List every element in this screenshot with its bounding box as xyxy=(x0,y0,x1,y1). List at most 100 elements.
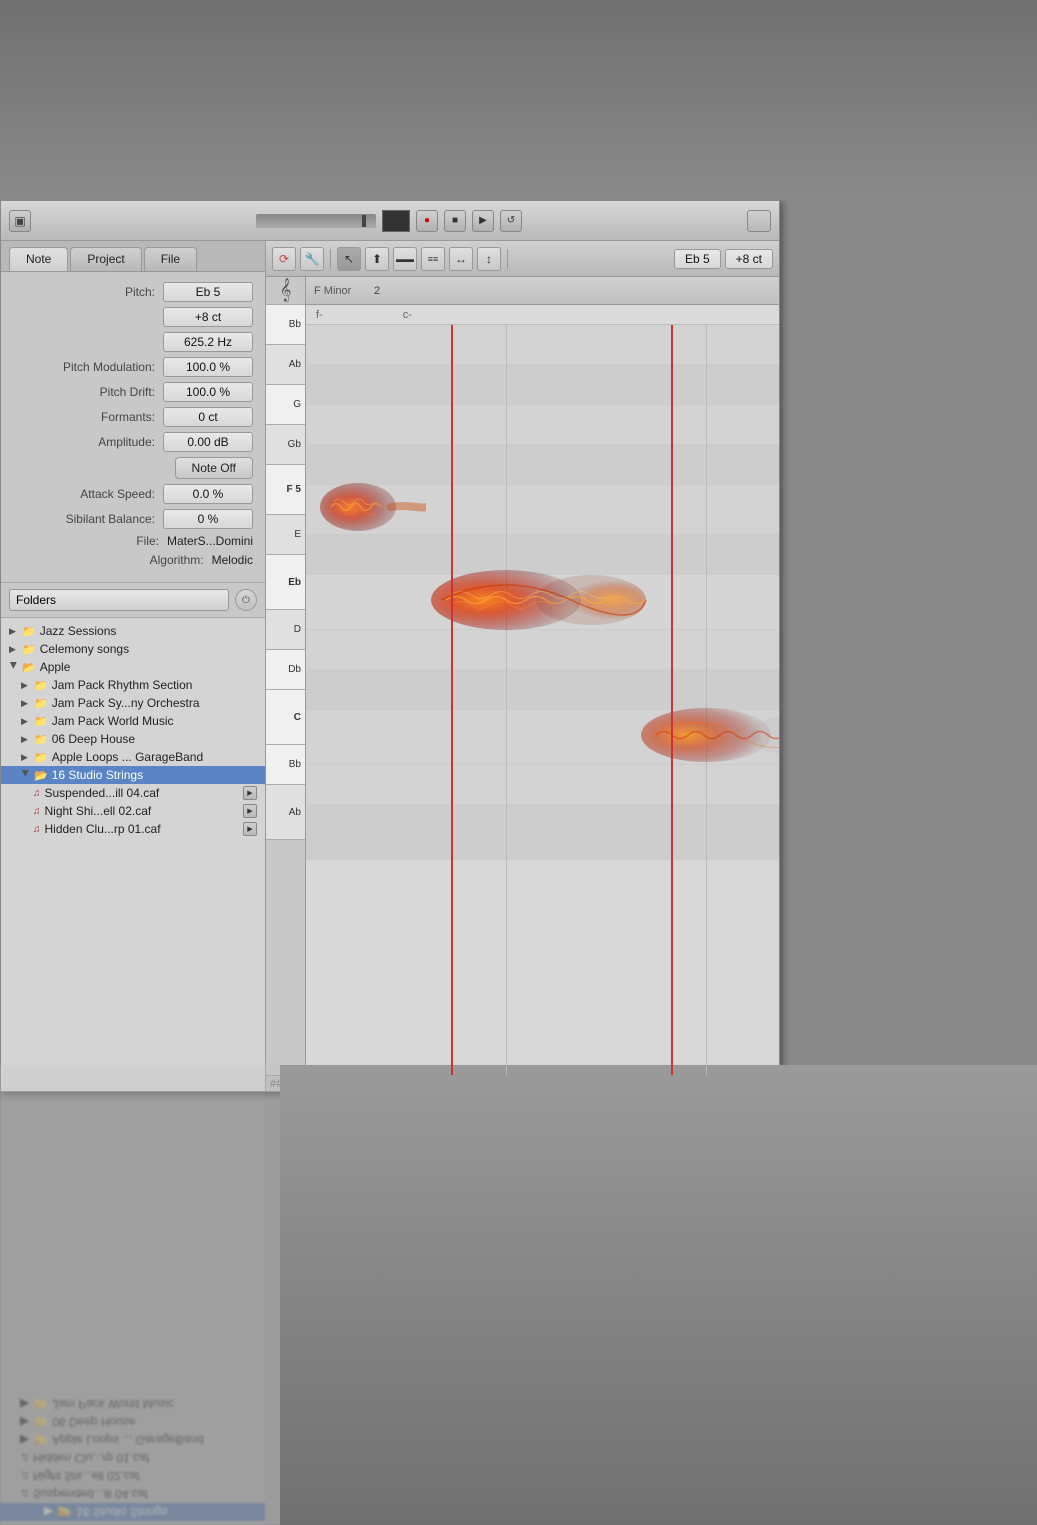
sidebar-toggle-button[interactable]: ▣ xyxy=(9,210,31,232)
folder-select[interactable]: Folders xyxy=(9,589,229,611)
resize-h-tool-button[interactable]: ↔ xyxy=(449,247,473,271)
cents-display: +8 ct xyxy=(725,249,773,269)
tree-item-studio-strings[interactable]: ▶ 📂 16 Studio Strings xyxy=(1,766,265,784)
tree-item-jam-world[interactable]: ▶ 📁 Jam Pack World Music xyxy=(1,712,265,730)
formants-value[interactable]: 0 ct xyxy=(163,407,253,427)
piano-keys-area: 𝄞 Bb Ab G Gb F 5 E Eb D Db C Bb Ab xyxy=(266,277,306,1075)
pitch-drift-label: Pitch Drift: xyxy=(100,385,155,399)
tree-arrow-apple-loops: ▶ xyxy=(21,752,31,762)
tree-arrow-apple: ▶ xyxy=(9,662,19,672)
tree-arrow-jam-world: ▶ xyxy=(21,716,31,726)
play-button-hidden-clu[interactable]: ▶ xyxy=(243,822,257,836)
note-c-svg xyxy=(636,700,779,770)
tree-label-celemony: Celemony songs xyxy=(40,642,129,656)
power-button[interactable]: ⏻ xyxy=(235,589,257,611)
folder-icon-deep-house: 📁 xyxy=(34,733,48,746)
cents-row: +8 ct xyxy=(13,307,253,327)
tree-item-jazz-sessions[interactable]: ▶ 📁 Jazz Sessions xyxy=(1,622,265,640)
play-button-suspended[interactable]: ▶ xyxy=(243,786,257,800)
tree-label-apple-loops: Apple Loops ... GarageBand xyxy=(52,750,203,764)
tree-label-hidden-clu: Hidden Clu...rp 01.caf xyxy=(45,822,161,836)
hz-row: 625.2 Hz xyxy=(13,332,253,352)
pitch-mod-label: Pitch Modulation: xyxy=(63,360,155,374)
pitch-value[interactable]: Eb 5 xyxy=(163,282,253,302)
file-label: File: xyxy=(136,534,159,548)
arrow-tool-button[interactable]: ↖ xyxy=(337,247,361,271)
key-E: E xyxy=(266,515,305,555)
tree-label-jam-rhythm: Jam Pack Rhythm Section xyxy=(52,678,193,692)
amplitude-value[interactable]: 0.00 dB xyxy=(163,432,253,452)
chord-row: f- c- xyxy=(306,305,779,325)
extra-button[interactable] xyxy=(747,210,771,232)
play-button-night-shi[interactable]: ▶ xyxy=(243,804,257,818)
browser-toolbar: Folders ⏻ xyxy=(1,583,265,618)
cents-value[interactable]: +8 ct xyxy=(163,307,253,327)
tree-item-apple-loops[interactable]: ▶ 📁 Apple Loops ... GarageBand xyxy=(1,748,265,766)
key-C: C xyxy=(266,690,305,745)
desktop-bg-top xyxy=(0,0,1037,200)
amplitude-label: Amplitude: xyxy=(98,435,155,449)
attack-speed-row: Attack Speed: 0.0 % xyxy=(13,484,253,504)
play-button[interactable]: ▶ xyxy=(472,210,494,232)
tab-note[interactable]: Note xyxy=(9,247,68,271)
toolbar-separator-2 xyxy=(507,249,508,269)
file-icon-hidden-clu: ♫ xyxy=(33,824,41,835)
toolbar-separator-1 xyxy=(330,249,331,269)
key-sig: F Minor xyxy=(314,285,351,297)
tree-item-hidden-clu[interactable]: ♫ Hidden Clu...rp 01.caf ▶ xyxy=(1,820,265,838)
sibilant-balance-value[interactable]: 0 % xyxy=(163,509,253,529)
folder-icon-apple-loops: 📁 xyxy=(34,751,48,764)
tree-item-night-shi[interactable]: ♫ Night Shi...ell 02.caf ▶ xyxy=(1,802,265,820)
tree-item-jam-rhythm[interactable]: ▶ 📁 Jam Pack Rhythm Section xyxy=(1,676,265,694)
tree-item-jam-symphony[interactable]: ▶ 📁 Jam Pack Sy...ny Orchestra xyxy=(1,694,265,712)
tab-bar: Note Project File xyxy=(1,241,265,272)
loop-tool-button[interactable]: ⟳ xyxy=(272,247,296,271)
chord-c-minor: c- xyxy=(403,309,412,321)
key-Bb-upper: Bb xyxy=(266,305,305,345)
smart-tool-button[interactable]: ⬆ xyxy=(365,247,389,271)
draw-tool-button[interactable]: ▬▬ xyxy=(393,247,417,271)
key-Ab: Ab xyxy=(266,345,305,385)
attack-speed-label: Attack Speed: xyxy=(80,487,155,501)
tree-arrow-jam-rhythm: ▶ xyxy=(21,680,31,690)
algorithm-row: Algorithm: Melodic xyxy=(13,553,253,567)
file-icon-suspended: ♫ xyxy=(33,788,41,799)
pitch-drift-value[interactable]: 100.0 % xyxy=(163,382,253,402)
chord-f-minor: f- xyxy=(316,309,323,321)
key-Db: Db xyxy=(266,650,305,690)
main-window: ▣ ● ■ ▶ ↺ Note Project File xyxy=(0,200,780,1092)
wrench-tool-button[interactable]: 🔧 xyxy=(300,247,324,271)
note-off-button[interactable]: Note Off xyxy=(175,457,253,479)
tab-project[interactable]: Project xyxy=(70,247,141,271)
note-off-row: Note Off xyxy=(13,457,253,479)
attack-speed-value[interactable]: 0.0 % xyxy=(163,484,253,504)
tree-item-apple[interactable]: ▶ 📂 Apple xyxy=(1,658,265,676)
tree-arrow-deep-house: ▶ xyxy=(21,734,31,744)
algorithm-value: Melodic xyxy=(212,553,253,567)
file-browser: Folders ⏻ ▶ 📁 Jazz Sessions ▶ 📁 xyxy=(1,583,265,1091)
playhead-2 xyxy=(671,325,673,1075)
tree-item-deep-house[interactable]: ▶ 📁 06 Deep House xyxy=(1,730,265,748)
folder-icon-jam-rhythm: 📁 xyxy=(34,679,48,692)
tree-label-jazz: Jazz Sessions xyxy=(40,624,117,638)
tree-item-suspended[interactable]: ♫ Suspended...ill 04.caf ▶ xyxy=(1,784,265,802)
piano-roll-toolbar: ⟳ 🔧 ↖ ⬆ ▬▬ ≡≡ ↔ ↕ Eb 5 +8 ct xyxy=(266,241,779,277)
hz-value[interactable]: 625.2 Hz xyxy=(163,332,253,352)
pitch-mod-value[interactable]: 100.0 % xyxy=(163,357,253,377)
key-Gb: Gb xyxy=(266,425,305,465)
grid-row-4 xyxy=(306,445,779,485)
scissors-tool-button[interactable]: ≡≡ xyxy=(421,247,445,271)
key-Bb-lower: Bb xyxy=(266,745,305,785)
transport-slider[interactable] xyxy=(256,214,376,228)
record-button[interactable]: ● xyxy=(416,210,438,232)
stop-button[interactable]: ■ xyxy=(444,210,466,232)
formants-row: Formants: 0 ct xyxy=(13,407,253,427)
title-bar: ▣ ● ■ ▶ ↺ xyxy=(1,201,779,241)
resize-v-tool-button[interactable]: ↕ xyxy=(477,247,501,271)
grid-row-2 xyxy=(306,365,779,405)
tab-file[interactable]: File xyxy=(144,247,197,271)
cycle-button[interactable]: ↺ xyxy=(500,210,522,232)
tree-label-studio-strings: 16 Studio Strings xyxy=(52,768,143,782)
tree-item-celemony[interactable]: ▶ 📁 Celemony songs xyxy=(1,640,265,658)
file-row: File: MaterS...Domini xyxy=(13,534,253,548)
